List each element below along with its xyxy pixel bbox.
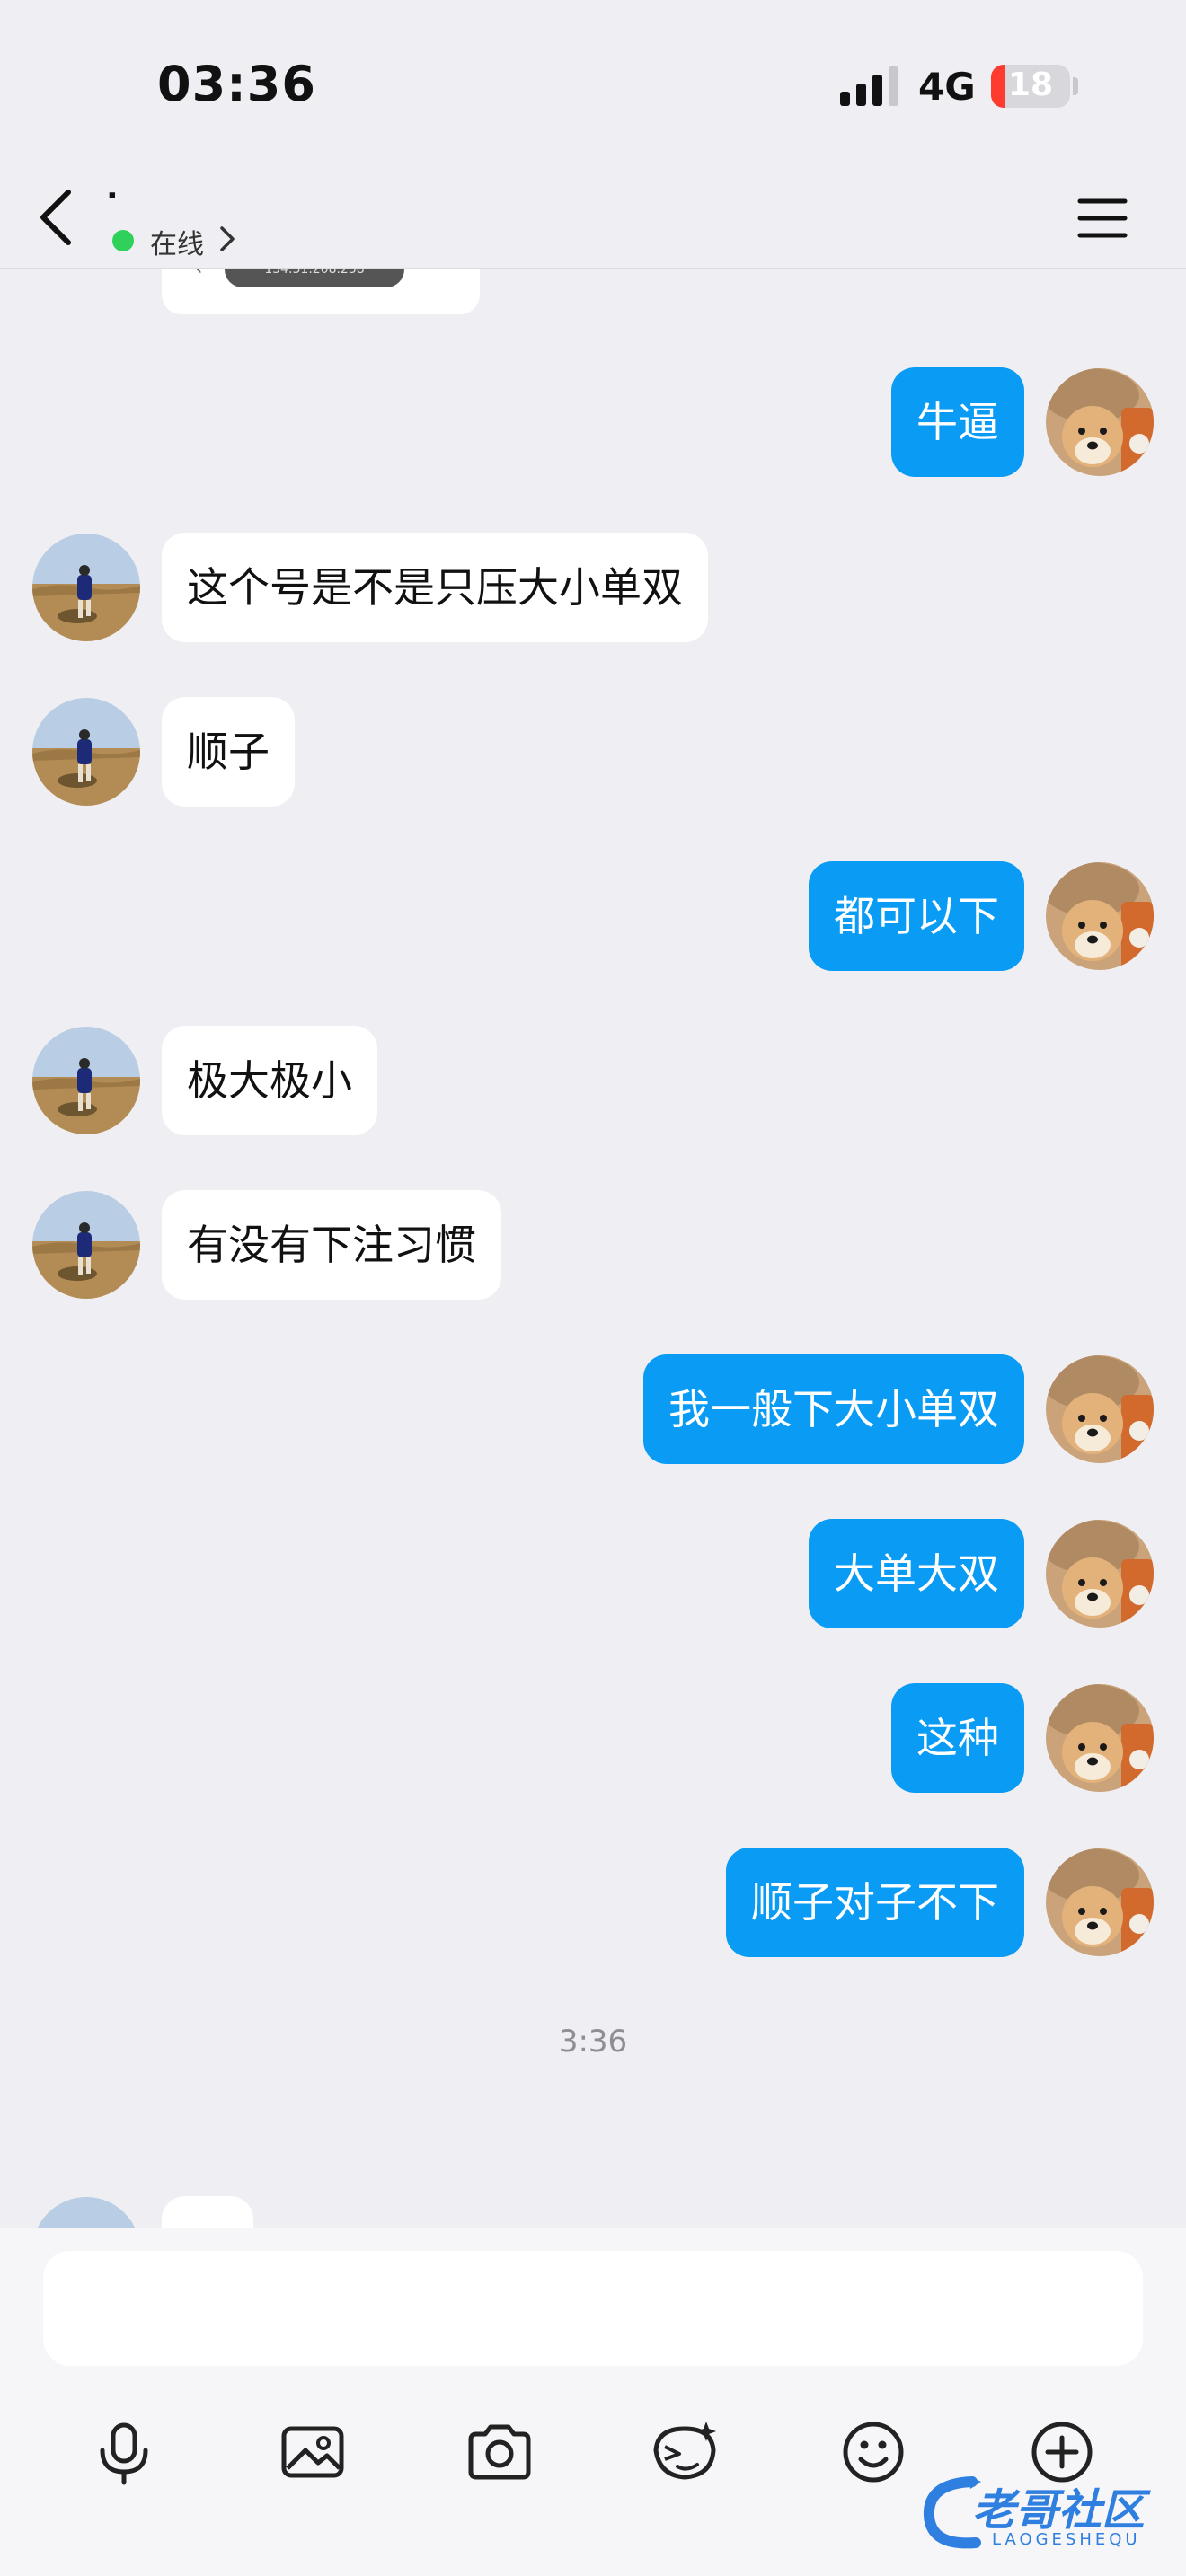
watermark-logo: 老哥社区 LAOGESHEQU bbox=[918, 2466, 1179, 2564]
my-avatar[interactable] bbox=[1046, 1848, 1154, 1956]
my-avatar[interactable] bbox=[1046, 862, 1154, 970]
input-area: 老哥社区 LAOGESHEQU bbox=[0, 2228, 1186, 2576]
signal-icon bbox=[840, 66, 898, 106]
outgoing-message[interactable]: 牛逼 bbox=[891, 367, 1024, 477]
preview-url: 154.31.208.238 bbox=[225, 269, 404, 287]
contact-avatar[interactable] bbox=[32, 1191, 140, 1299]
incoming-message[interactable]: 嗯 bbox=[162, 2196, 253, 2228]
incoming-message[interactable]: 极大极小 bbox=[162, 1026, 377, 1135]
message-list[interactable]: ‹ 154.31.208.238 ··· 牛逼这个号是不是只压大小单双顺子都可以… bbox=[0, 269, 1186, 2228]
outgoing-message[interactable]: 都可以下 bbox=[809, 861, 1024, 971]
outgoing-message[interactable]: 顺子对子不下 bbox=[726, 1848, 1024, 1957]
my-avatar[interactable] bbox=[1046, 1684, 1154, 1792]
message-input[interactable] bbox=[43, 2251, 1143, 2366]
watermark-subtext: LAOGESHEQU bbox=[992, 2530, 1141, 2549]
message-timestamp: 3:36 bbox=[558, 2024, 628, 2060]
incoming-message[interactable]: 顺子 bbox=[162, 697, 295, 807]
my-avatar[interactable] bbox=[1046, 1355, 1154, 1463]
incoming-message[interactable]: 有没有下注习惯 bbox=[162, 1190, 501, 1300]
contact-avatar[interactable] bbox=[32, 1027, 140, 1134]
image-preview-card[interactable]: ‹ 154.31.208.238 ··· bbox=[162, 269, 480, 314]
chat-header: · 在线 bbox=[0, 171, 1186, 269]
network-type: 4G bbox=[918, 65, 976, 109]
emoji-icon[interactable] bbox=[837, 2416, 909, 2488]
watermark-text: 老哥社区 bbox=[972, 2485, 1146, 2536]
preview-more-icon: ··· bbox=[424, 269, 445, 275]
chevron-right-icon[interactable] bbox=[214, 221, 241, 257]
status-bar: 03:36 4G 18 bbox=[0, 0, 1186, 171]
online-status[interactable]: 在线 bbox=[150, 222, 204, 261]
contact-avatar[interactable] bbox=[32, 2197, 140, 2228]
contact-avatar[interactable] bbox=[32, 698, 140, 806]
contact-name[interactable]: · bbox=[106, 178, 119, 215]
outgoing-message[interactable]: 大单大双 bbox=[809, 1519, 1024, 1628]
camera-icon[interactable] bbox=[464, 2416, 535, 2488]
battery-percent: 18 bbox=[1007, 66, 1054, 103]
sticker-icon[interactable] bbox=[649, 2416, 721, 2488]
menu-icon[interactable] bbox=[1071, 187, 1134, 250]
battery-cap bbox=[1073, 77, 1078, 95]
contact-avatar[interactable] bbox=[32, 534, 140, 641]
outgoing-message[interactable]: 我一般下大小单双 bbox=[643, 1354, 1024, 1464]
incoming-message[interactable]: 这个号是不是只压大小单双 bbox=[162, 533, 708, 642]
outgoing-message[interactable]: 这种 bbox=[891, 1683, 1024, 1793]
status-time: 03:36 bbox=[157, 56, 316, 112]
image-icon[interactable] bbox=[277, 2416, 349, 2488]
my-avatar[interactable] bbox=[1046, 1520, 1154, 1628]
back-chevron-icon[interactable] bbox=[31, 181, 84, 253]
online-dot-icon bbox=[112, 230, 134, 251]
my-avatar[interactable] bbox=[1046, 368, 1154, 476]
preview-back-icon: ‹ bbox=[194, 269, 203, 280]
battery-icon: 18 bbox=[991, 65, 1070, 108]
microphone-icon[interactable] bbox=[88, 2416, 160, 2488]
chat-screen: 03:36 4G 18 · 在线 ‹ bbox=[0, 0, 1186, 2576]
